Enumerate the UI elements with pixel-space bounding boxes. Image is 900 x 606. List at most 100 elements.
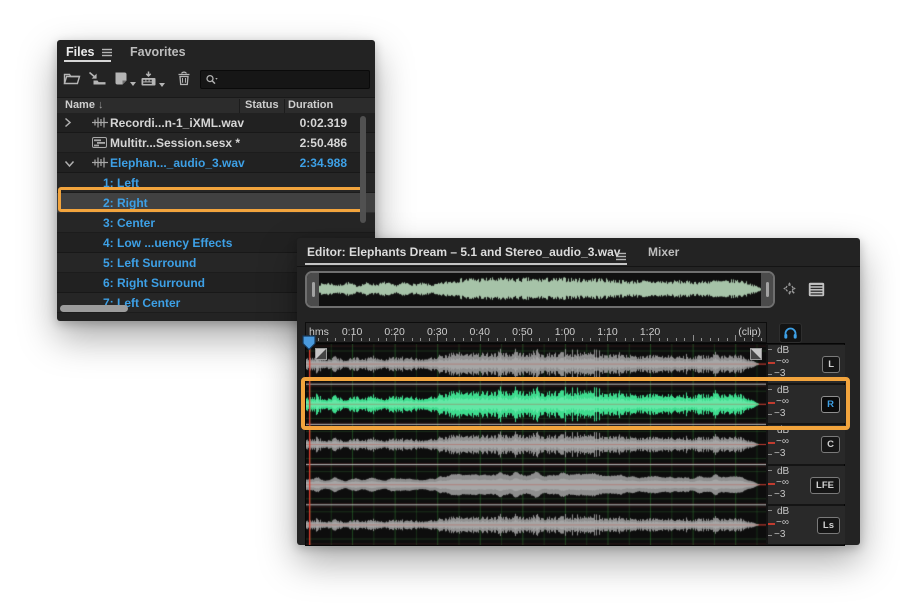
timeline-ruler[interactable]: hms (clip) 0:100:200:300:400:501:001:101… — [305, 322, 767, 343]
db-scale-block: dB−∞−3LFE — [768, 466, 845, 504]
column-status[interactable]: Status — [245, 99, 279, 111]
ruler-tick — [531, 338, 532, 341]
ruler-tick — [693, 335, 694, 341]
active-tab-underline — [64, 60, 111, 62]
ruler-tick — [752, 338, 753, 341]
insert-into-multitrack-icon[interactable] — [140, 71, 158, 92]
search-input[interactable] — [200, 70, 370, 89]
ruler-tick — [429, 338, 430, 341]
ruler-tick — [497, 338, 498, 341]
ruler-tick — [590, 338, 591, 341]
tab-favorites[interactable]: Favorites — [130, 45, 186, 59]
ruler-tick — [488, 338, 489, 341]
open-folder-icon[interactable] — [63, 71, 81, 91]
editor-panel: Editor: Elephants Dream – 5.1 and Stereo… — [297, 238, 860, 545]
monitor-headphones-button[interactable] — [779, 323, 802, 343]
db-label: −∞ — [776, 436, 789, 447]
scale-tick — [768, 535, 772, 536]
column-name[interactable]: Name — [65, 99, 95, 111]
overview-right-handle[interactable] — [761, 273, 773, 306]
ruler-tick — [548, 338, 549, 341]
db-scale-block: dB−∞−3C — [768, 425, 845, 463]
db-label: dB — [777, 506, 789, 517]
scale-tick — [768, 374, 772, 375]
ruler-tick — [318, 338, 319, 341]
channel-row[interactable]: 1: Left — [57, 173, 375, 193]
vertical-scrollbar[interactable] — [360, 116, 366, 223]
db-label: −∞ — [776, 477, 789, 488]
ruler-tick — [582, 338, 583, 341]
ruler-tick — [361, 338, 362, 341]
file-duration: 0:02.319 — [300, 116, 347, 130]
zoom-selection-icon[interactable] — [780, 280, 799, 304]
overview-left-handle[interactable] — [307, 273, 319, 306]
tab-editor[interactable]: Editor: Elephants Dream – 5.1 and Stereo… — [307, 245, 620, 259]
chevron-down-icon[interactable] — [64, 157, 75, 171]
channel-button-lfe[interactable]: LFE — [810, 477, 840, 494]
fade-out-handle[interactable] — [750, 348, 762, 360]
ruler-tick — [446, 338, 447, 341]
chevron-right-icon[interactable] — [64, 117, 72, 131]
channel-row[interactable]: 3: Center — [57, 213, 375, 233]
ruler-tick — [573, 338, 574, 341]
overview-waveform[interactable] — [319, 274, 763, 305]
ruler-tick — [642, 338, 643, 341]
ruler-tick — [505, 338, 506, 341]
column-duration[interactable]: Duration — [288, 99, 333, 111]
db-scale-block: dB−∞−3Ls — [768, 506, 845, 544]
channel-row-selected[interactable]: 2: Right — [57, 193, 375, 213]
waveform-file-icon — [92, 117, 108, 131]
import-file-icon[interactable] — [88, 71, 107, 91]
playhead[interactable] — [302, 335, 316, 356]
panel-menu-icon[interactable] — [101, 46, 113, 60]
ruler-tick — [556, 338, 557, 341]
ruler-tick — [522, 335, 523, 341]
ruler-tick — [735, 335, 736, 341]
delete-icon[interactable] — [177, 71, 191, 91]
zero-db-tick — [768, 483, 775, 485]
overview-navigator[interactable] — [305, 271, 775, 308]
ruler-tick — [437, 335, 438, 341]
ruler-tick — [625, 338, 626, 341]
ruler-tick — [710, 338, 711, 341]
channel-button-l[interactable]: L — [822, 356, 840, 373]
db-label: dB — [777, 385, 789, 396]
panel-list-icon[interactable] — [808, 282, 825, 302]
ruler-tick — [616, 338, 617, 341]
channel-button-c[interactable]: C — [821, 436, 840, 453]
ruler-tick — [335, 338, 336, 341]
ruler-tick — [659, 338, 660, 341]
file-duration: 2:34.988 — [300, 156, 347, 170]
file-row[interactable]: Multitr...Session.sesx * 2:50.486 — [57, 133, 375, 153]
ruler-tick — [514, 338, 515, 341]
new-content-icon[interactable] — [113, 71, 129, 91]
zero-db-tick — [768, 402, 775, 404]
scale-tick — [768, 414, 772, 415]
tab-files[interactable]: Files — [66, 45, 113, 60]
ruler-tick — [684, 338, 685, 341]
file-row[interactable]: Recordi...n-1_iXML.wav 0:02.319 — [57, 113, 375, 133]
file-name: Elephan..._audio_3.wav — [110, 156, 245, 170]
tab-mixer[interactable]: Mixer — [648, 245, 679, 259]
multitrack-file-icon — [92, 137, 107, 151]
channel-button-ls[interactable]: Ls — [817, 517, 840, 534]
sort-descending-icon: ↓ — [98, 99, 104, 111]
db-label: −∞ — [776, 517, 789, 528]
ruler-clip-label: (clip) — [738, 326, 761, 338]
file-row[interactable]: Elephan..._audio_3.wav 2:34.988 — [57, 153, 375, 173]
ruler-tick — [565, 335, 566, 341]
fade-in-handle[interactable] — [315, 348, 327, 360]
ruler-tick — [327, 338, 328, 341]
waveform-display: dB−∞−3LdB−∞−3RdB−∞−3CdB−∞−3LFEdB−∞−3Ls — [305, 343, 845, 546]
horizontal-scrollbar[interactable] — [60, 305, 128, 312]
scale-tick — [768, 454, 772, 455]
channel-button-r[interactable]: R — [821, 396, 840, 413]
db-label: −∞ — [776, 356, 789, 367]
scale-tick — [768, 470, 772, 471]
channel-name: 3: Center — [103, 216, 155, 230]
ruler-tick — [633, 338, 634, 341]
scale-tick — [768, 495, 772, 496]
track-waveforms[interactable] — [306, 344, 766, 545]
ruler-tick — [471, 338, 472, 341]
db-label: −∞ — [776, 396, 789, 407]
